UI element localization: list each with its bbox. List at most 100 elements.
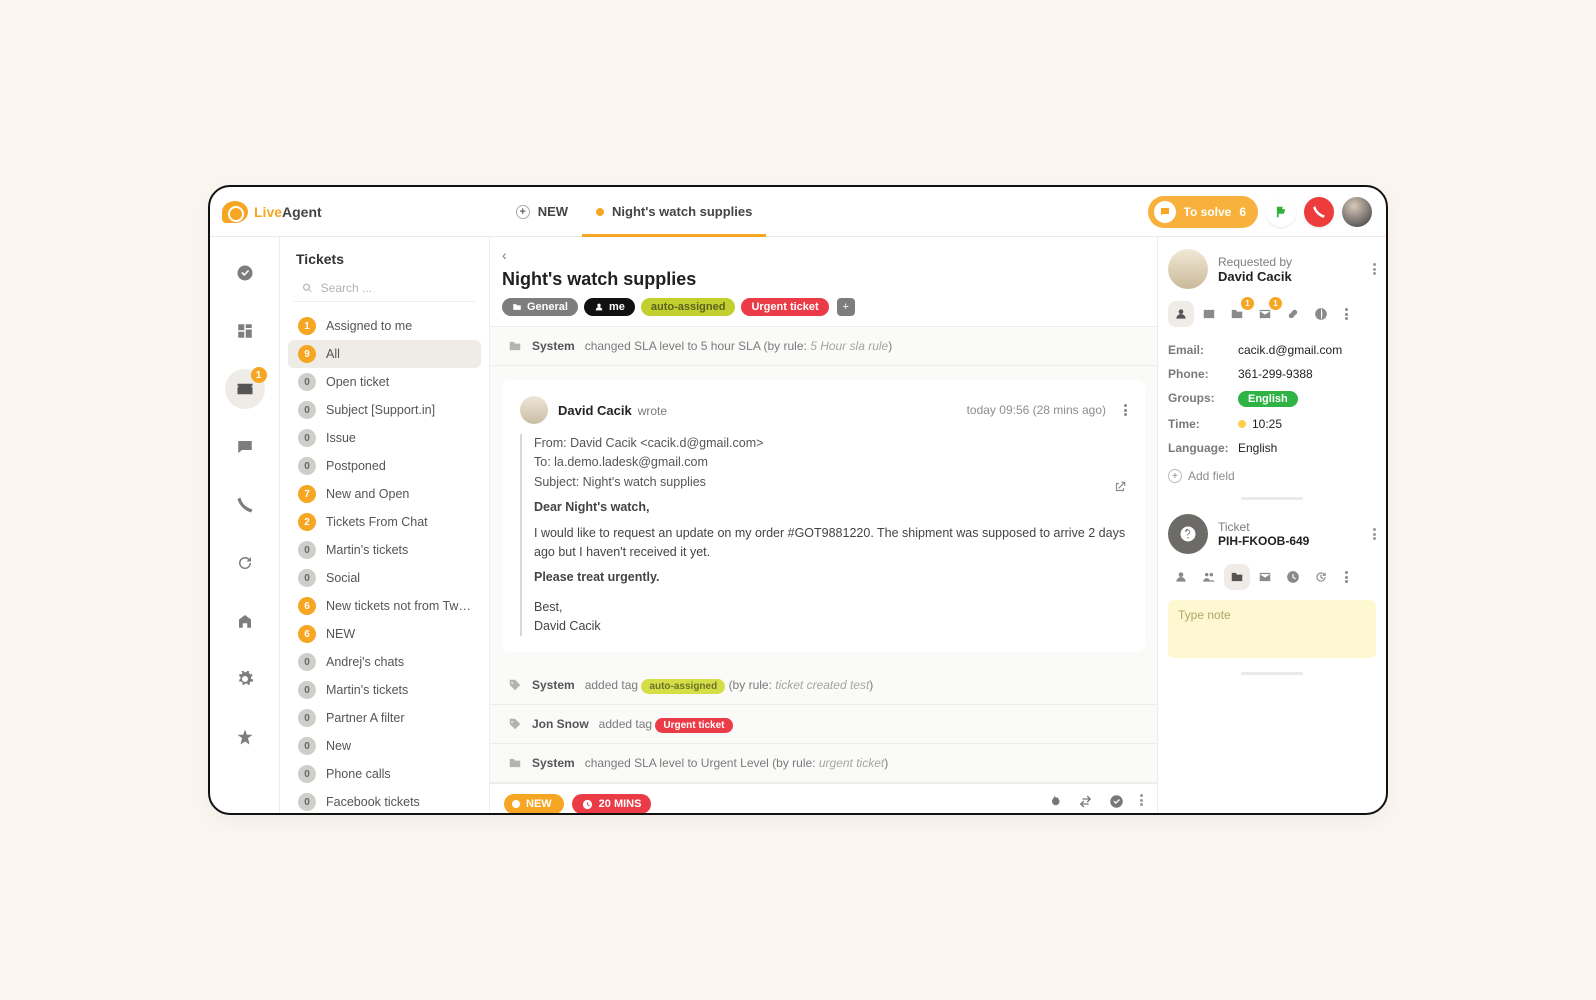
nav-chat-icon[interactable] [225, 427, 265, 467]
footer-more-button[interactable] [1140, 794, 1143, 813]
nav-refresh-icon[interactable] [225, 543, 265, 583]
filter-count-badge: 2 [298, 513, 316, 531]
tag-general[interactable]: General [502, 298, 578, 316]
requester-row: Requested by David Cacik [1168, 249, 1376, 289]
t-folder-icon[interactable] [1224, 564, 1250, 590]
folder-icon [508, 339, 522, 353]
tab-link-icon[interactable] [1280, 301, 1306, 327]
to-solve-label: To solve [1184, 205, 1232, 219]
tab-new-label: NEW [538, 204, 568, 219]
tag-auto-assigned[interactable]: auto-assigned [641, 298, 736, 316]
filter-label: Postponed [326, 459, 471, 473]
sidebar-filter-item[interactable]: 6 NEW [288, 620, 481, 648]
resolve-icon[interactable] [1109, 794, 1124, 813]
search-box[interactable] [294, 275, 475, 302]
sidebar-filter-item[interactable]: 0Postponed [288, 452, 481, 480]
filter-label: Facebook tickets [326, 795, 471, 809]
divider [1241, 497, 1303, 500]
note-input[interactable]: Type note [1168, 600, 1376, 658]
nav-knowledge-icon[interactable] [225, 601, 265, 641]
filter-label: New and Open [326, 487, 471, 501]
t-more-button[interactable] [1336, 564, 1356, 590]
nav-dashboard-icon[interactable] [225, 311, 265, 351]
app-window: LiveAgent + NEW Night's watch supplies T… [208, 185, 1388, 815]
sidebar-filter-item[interactable]: 0Partner A filter [288, 704, 481, 732]
search-input[interactable] [321, 281, 467, 295]
fire-icon[interactable] [1047, 794, 1062, 813]
tab-globe-icon[interactable] [1308, 301, 1334, 327]
tab-ticket[interactable]: Night's watch supplies [582, 187, 766, 236]
filter-count-badge: 7 [298, 485, 316, 503]
user-avatar[interactable] [1342, 197, 1372, 227]
sidebar-filter-item[interactable]: 0Open ticket [288, 368, 481, 396]
group-badge[interactable]: English [1238, 391, 1298, 407]
language-value: English [1238, 441, 1376, 455]
nav-call-icon[interactable] [225, 485, 265, 525]
requester-avatar[interactable] [1168, 249, 1208, 289]
tab-folder-icon[interactable]: 1 [1224, 301, 1250, 327]
add-field-button[interactable]: + Add field [1168, 469, 1376, 483]
sidebar-filter-item[interactable]: 0Social [288, 564, 481, 592]
sidebar-filter-item[interactable]: 9All [288, 340, 481, 368]
sidebar-filter-item[interactable]: 0Andrej's chats [288, 648, 481, 676]
call-button[interactable] [1304, 197, 1334, 227]
filter-label: NEW [326, 627, 471, 641]
to-solve-button[interactable]: To solve 6 [1148, 196, 1258, 228]
chat-bubble-icon [1154, 201, 1176, 223]
ticket-more-button[interactable] [1373, 528, 1376, 540]
t-clock-icon[interactable] [1280, 564, 1306, 590]
sidebar-filter-item[interactable]: 7 New and Open [288, 480, 481, 508]
sidebar-filter-item[interactable]: 0Martin's tickets [288, 536, 481, 564]
sidebar-filter-item[interactable]: 0Martin's tickets [288, 676, 481, 704]
t-mail-icon[interactable] [1252, 564, 1278, 590]
plus-icon: + [516, 205, 530, 219]
details-pane: Requested by David Cacik 1 1 Email:cacik… [1158, 237, 1386, 813]
tab-contact-icon[interactable] [1168, 301, 1194, 327]
nav-settings-icon[interactable] [225, 659, 265, 699]
sidebar-filter-item[interactable]: 0Subject [Support.in] [288, 396, 481, 424]
transfer-icon[interactable] [1078, 794, 1093, 813]
tab-new[interactable]: + NEW [502, 187, 582, 236]
sidebar-filter-item[interactable]: 0Facebook tickets [288, 788, 481, 813]
requester-more-button[interactable] [1373, 263, 1376, 275]
t-history-icon[interactable] [1308, 564, 1334, 590]
nav-tickets-icon[interactable]: 1 [225, 369, 265, 409]
ticket-label: Ticket [1218, 520, 1309, 534]
sidebar-filter-item[interactable]: 1Assigned to me [288, 312, 481, 340]
t-contact-icon[interactable] [1168, 564, 1194, 590]
flag-button[interactable] [1266, 197, 1296, 227]
tag-icon [508, 717, 522, 731]
filter-list: 1Assigned to me9All0Open ticket0Subject … [288, 312, 481, 813]
sidebar-filter-item[interactable]: 0Phone calls [288, 760, 481, 788]
back-button[interactable]: ‹ [502, 247, 507, 263]
logo[interactable]: LiveAgent [218, 201, 322, 223]
message-more-button[interactable] [1124, 404, 1127, 416]
sla-time-pill[interactable]: 20 MINS [572, 794, 652, 813]
tabs-more-button[interactable] [1336, 301, 1356, 327]
logo-text: LiveAgent [254, 204, 322, 220]
tag-urgent[interactable]: Urgent ticket [741, 298, 828, 316]
filter-count-badge: 6 [298, 625, 316, 643]
nav-tickets-badge: 1 [251, 367, 267, 383]
time-value: 10:25 [1238, 417, 1376, 431]
tag-me[interactable]: me [584, 298, 635, 316]
sidebar-filter-item[interactable]: 6New tickets not from Twi… [288, 592, 481, 620]
status-new-pill[interactable]: NEW [504, 794, 564, 813]
sidebar-title: Tickets [288, 251, 481, 275]
sidebar-filter-item[interactable]: 0Issue [288, 424, 481, 452]
topbar: LiveAgent + NEW Night's watch supplies T… [210, 187, 1386, 237]
sidebar-filter-item[interactable]: 2Tickets From Chat [288, 508, 481, 536]
nav-approve-icon[interactable] [225, 253, 265, 293]
filter-label: Partner A filter [326, 711, 471, 725]
nav-star-icon[interactable] [225, 717, 265, 757]
author-avatar[interactable] [520, 396, 548, 424]
popout-button[interactable] [1113, 480, 1127, 500]
message-author: David Cacikwrote [558, 403, 667, 418]
add-tag-button[interactable]: + [837, 298, 855, 316]
tab-window-icon[interactable] [1196, 301, 1222, 327]
t-people-icon[interactable] [1196, 564, 1222, 590]
tab-mail-icon[interactable]: 1 [1252, 301, 1278, 327]
dot-icon [512, 800, 520, 808]
message-header: David Cacikwrote today 09:56 (28 mins ag… [520, 396, 1127, 424]
sidebar-filter-item[interactable]: 0New [288, 732, 481, 760]
